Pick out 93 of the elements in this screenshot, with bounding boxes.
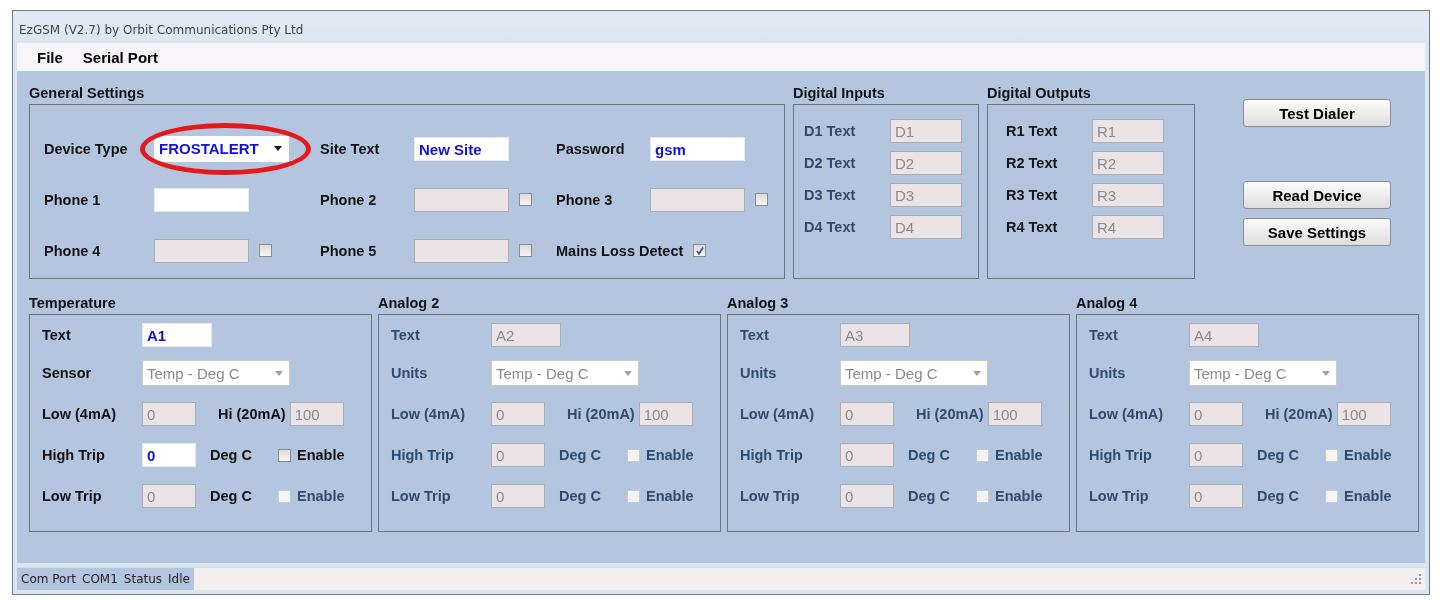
field-label: Low (4mA) bbox=[1089, 406, 1165, 422]
field-label: Phone 4 bbox=[44, 242, 102, 259]
field-label: Low Trip bbox=[391, 488, 452, 504]
field-label: Phone 3 bbox=[556, 191, 614, 208]
checkbox[interactable] bbox=[278, 448, 291, 462]
field-label: High Trip bbox=[740, 447, 804, 463]
group-title: Analog 3 bbox=[727, 295, 790, 311]
field-label: R3 Text bbox=[1006, 187, 1059, 203]
push-button[interactable]: Save Settings bbox=[1243, 218, 1391, 246]
checkbox[interactable] bbox=[693, 244, 707, 257]
status-text: Com Port bbox=[21, 572, 76, 586]
unit-label: Deg C bbox=[559, 447, 602, 463]
field-label: Hi (20mA) bbox=[567, 406, 635, 422]
unit-label: Deg C bbox=[559, 488, 602, 504]
field-label: Low Trip bbox=[1089, 488, 1150, 504]
checkbox-label: Enable bbox=[1344, 447, 1392, 463]
field-label: Hi (20mA) bbox=[916, 406, 984, 422]
field-label: D4 Text bbox=[804, 219, 857, 235]
field-label: High Trip bbox=[1089, 447, 1153, 463]
status-text: COM1 bbox=[82, 572, 118, 586]
checkbox-label: Enable bbox=[1344, 488, 1392, 504]
status-text: Status bbox=[123, 572, 163, 586]
text-field[interactable]: R2 bbox=[1092, 151, 1164, 175]
unit-label: Deg C bbox=[210, 447, 253, 463]
field-label: Phone 5 bbox=[320, 242, 378, 259]
field-label: R4 Text bbox=[1006, 219, 1059, 235]
group-title: Analog 2 bbox=[378, 295, 441, 311]
field-label: Device Type bbox=[44, 140, 129, 157]
group-title: Digital Outputs bbox=[987, 85, 1092, 101]
menu-item[interactable]: Serial Port bbox=[82, 48, 158, 66]
group-title: Digital Inputs bbox=[793, 85, 886, 101]
field-label: Hi (20mA) bbox=[1265, 406, 1333, 422]
checkbox-label: Enable bbox=[995, 488, 1043, 504]
push-button[interactable]: Test Dialer bbox=[1243, 99, 1391, 127]
text-field[interactable]: A1 bbox=[142, 323, 212, 347]
text-field[interactable]: R1 bbox=[1092, 119, 1164, 143]
checkbox-label: Enable bbox=[297, 447, 345, 463]
field-label: Units bbox=[1089, 365, 1127, 381]
field-label: Low Trip bbox=[740, 488, 801, 504]
text-field[interactable]: gsm bbox=[650, 136, 745, 161]
field-label: Text bbox=[1089, 327, 1119, 343]
group-title: Analog 4 bbox=[1076, 295, 1139, 311]
text-field[interactable]: 0 bbox=[142, 443, 196, 467]
field-label: R1 Text bbox=[1006, 123, 1059, 139]
field-label: Mains Loss Detect bbox=[556, 242, 684, 259]
field-label: Text bbox=[391, 327, 421, 343]
text-field[interactable]: 100 bbox=[289, 402, 344, 426]
field-label: Text bbox=[740, 327, 770, 343]
field-label: D2 Text bbox=[804, 155, 857, 171]
unit-label: Deg C bbox=[1257, 488, 1300, 504]
checkbox-label: Enable bbox=[995, 447, 1043, 463]
field-label: Low (4mA) bbox=[391, 406, 467, 422]
checkbox-label: Enable bbox=[646, 488, 694, 504]
caret-icon bbox=[624, 370, 632, 376]
dropdown[interactable]: Temp - Deg C bbox=[142, 360, 290, 386]
field-label: Low (4mA) bbox=[42, 406, 118, 422]
field-label: Units bbox=[740, 365, 778, 381]
field-label: High Trip bbox=[42, 447, 106, 463]
text-field[interactable]: New Site bbox=[414, 136, 509, 161]
field-label: Low (4mA) bbox=[740, 406, 816, 422]
menu-item[interactable]: File bbox=[37, 48, 63, 66]
field-label: Low Trip bbox=[42, 488, 103, 504]
unit-label: Deg C bbox=[210, 488, 253, 504]
field-label: High Trip bbox=[391, 447, 455, 463]
push-button[interactable]: Read Device bbox=[1243, 181, 1391, 209]
unit-label: Deg C bbox=[1257, 447, 1300, 463]
text-field[interactable]: 0 bbox=[142, 402, 196, 426]
field-label: D1 Text bbox=[804, 123, 857, 139]
resize-grip-icon bbox=[1411, 574, 1421, 584]
field-label: Password bbox=[556, 140, 626, 157]
field-label: Units bbox=[391, 365, 429, 381]
field-label: Phone 1 bbox=[44, 191, 102, 208]
field-label: Site Text bbox=[320, 140, 381, 157]
field-label: D3 Text bbox=[804, 187, 857, 203]
field-label: Text bbox=[42, 327, 72, 343]
field-label: Sensor bbox=[42, 365, 93, 381]
caret-icon bbox=[973, 370, 981, 376]
field-label: R2 Text bbox=[1006, 155, 1059, 171]
caret-icon bbox=[275, 370, 283, 376]
unit-label: Deg C bbox=[908, 447, 951, 463]
text-field[interactable]: R3 bbox=[1092, 183, 1164, 207]
field-label: Hi (20mA) bbox=[218, 406, 286, 422]
checkbox-label: Enable bbox=[646, 447, 694, 463]
status-text: Idle bbox=[168, 572, 190, 586]
field-label: Phone 2 bbox=[320, 191, 378, 208]
text-field[interactable]: R4 bbox=[1092, 215, 1164, 239]
group-title: General Settings bbox=[29, 85, 146, 101]
caret-icon bbox=[274, 146, 282, 151]
checkbox-label: Enable bbox=[297, 488, 345, 504]
group-title: Temperature bbox=[29, 295, 117, 311]
dropdown[interactable]: FROSTALERT bbox=[154, 135, 289, 162]
caret-icon bbox=[1322, 370, 1330, 376]
unit-label: Deg C bbox=[908, 488, 951, 504]
